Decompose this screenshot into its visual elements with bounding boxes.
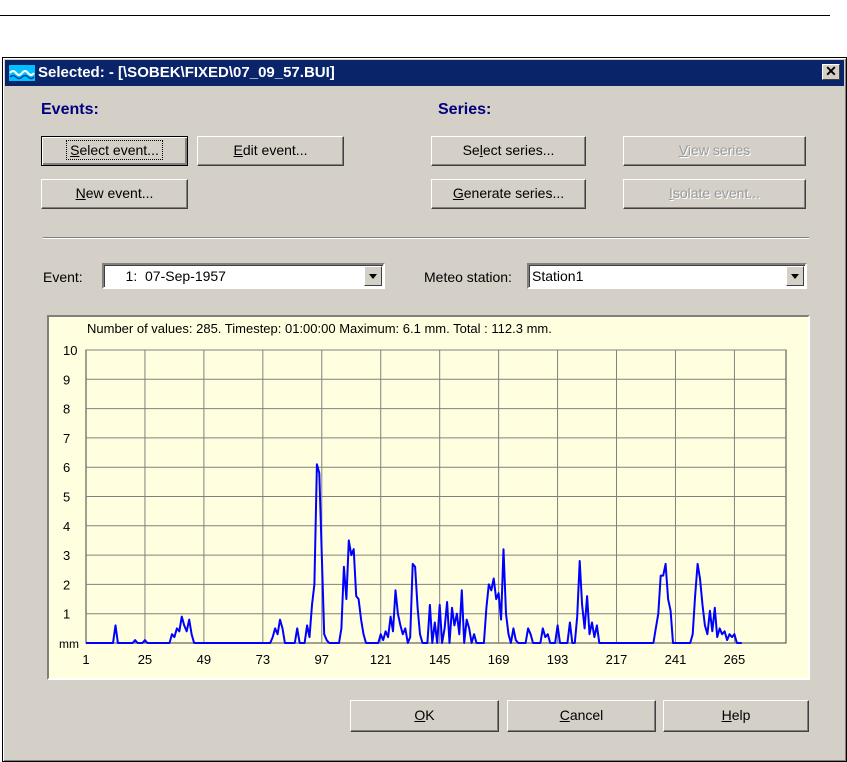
event-dropdown[interactable]: 1: 07-Sep-1957 [102, 263, 385, 289]
top-rule [0, 15, 830, 16]
y-tick-label: 7 [63, 431, 70, 446]
x-tick-label: 49 [197, 652, 211, 667]
rainfall-chart-panel: Number of values: 285. Timestep: 01:00:0… [47, 315, 810, 680]
y-tick-label: 3 [63, 548, 70, 563]
wave-icon [9, 65, 35, 81]
y-tick-label: 9 [63, 372, 70, 387]
isolate-event-label: Isolate event... [668, 185, 761, 201]
dialog-title: Selected: - [\SOBEK\FIXED\07_09_57.BUI] [38, 64, 335, 81]
meteo-station-value: Station1 [532, 268, 584, 284]
rainfall-series-line [86, 463, 742, 644]
x-tick-label: 241 [665, 652, 687, 667]
series-heading: Series: [438, 101, 492, 118]
events-heading: Events: [41, 101, 99, 118]
x-tick-label: 73 [256, 652, 270, 667]
y-axis-label: mm [59, 637, 79, 651]
event-label: Event: [43, 269, 83, 285]
cancel-button[interactable]: Cancel [507, 700, 656, 732]
y-tick-label: 10 [63, 343, 77, 358]
cancel-label: Cancel [559, 707, 604, 723]
rainfall-event-dialog: Selected: - [\SOBEK\FIXED\07_09_57.BUI] … [2, 57, 847, 762]
y-tick-label: 5 [63, 490, 70, 505]
ok-label: OK [414, 707, 435, 723]
meteo-station-dropdown[interactable]: Station1 [527, 263, 807, 289]
y-tick-label: 2 [63, 577, 70, 592]
close-button[interactable]: ✕ [822, 64, 840, 80]
event-dropdown-value: 1: 07-Sep-1957 [110, 268, 226, 284]
generate-series-label: Generate series... [452, 185, 565, 201]
rainfall-chart: 12345678910mm1 25 49 73 97 121 145 169 193 217 241… [59, 343, 787, 667]
meteo-station-label: Meteo station: [424, 269, 512, 285]
ok-button[interactable]: OK [350, 700, 499, 732]
y-tick-label: 1 [63, 607, 70, 622]
close-icon: ✕ [825, 63, 837, 79]
y-tick-label: 4 [63, 519, 70, 534]
y-tick-label: 6 [63, 460, 70, 475]
edit-event-button[interactable]: Edit event... [197, 136, 344, 166]
generate-series-button[interactable]: Generate series... [431, 179, 586, 209]
x-tick-label: 193 [547, 652, 569, 667]
edit-event-label: Edit event... [233, 142, 308, 158]
new-event-label: New event... [75, 185, 154, 201]
new-event-button[interactable]: New event... [41, 179, 188, 209]
select-series-label: Select series... [462, 142, 555, 158]
view-series-label: View series [678, 142, 751, 158]
x-tick-label: 169 [488, 652, 510, 667]
view-series-button[interactable]: View series [623, 136, 806, 166]
chevron-down-icon[interactable] [364, 266, 382, 286]
select-series-button[interactable]: Select series... [431, 136, 586, 166]
title-bar[interactable]: Selected: - [\SOBEK\FIXED\07_09_57.BUI] … [5, 60, 844, 86]
chevron-down-icon[interactable] [786, 266, 804, 286]
x-tick-label: 25 [138, 652, 152, 667]
help-label: Help [721, 707, 751, 723]
select-event-button[interactable]: Select event... [41, 136, 188, 166]
help-button[interactable]: Help [663, 700, 809, 732]
x-tick-label: 97 [315, 652, 329, 667]
section-separator [43, 237, 809, 239]
x-tick-label: 145 [429, 652, 451, 667]
select-event-label: Select event... [66, 140, 163, 160]
x-tick-label: 121 [370, 652, 392, 667]
x-tick-label: 1 [82, 652, 89, 667]
isolate-event-button[interactable]: Isolate event... [623, 179, 806, 209]
x-tick-label: 265 [724, 652, 746, 667]
y-tick-label: 8 [63, 402, 70, 417]
x-tick-label: 217 [606, 652, 628, 667]
